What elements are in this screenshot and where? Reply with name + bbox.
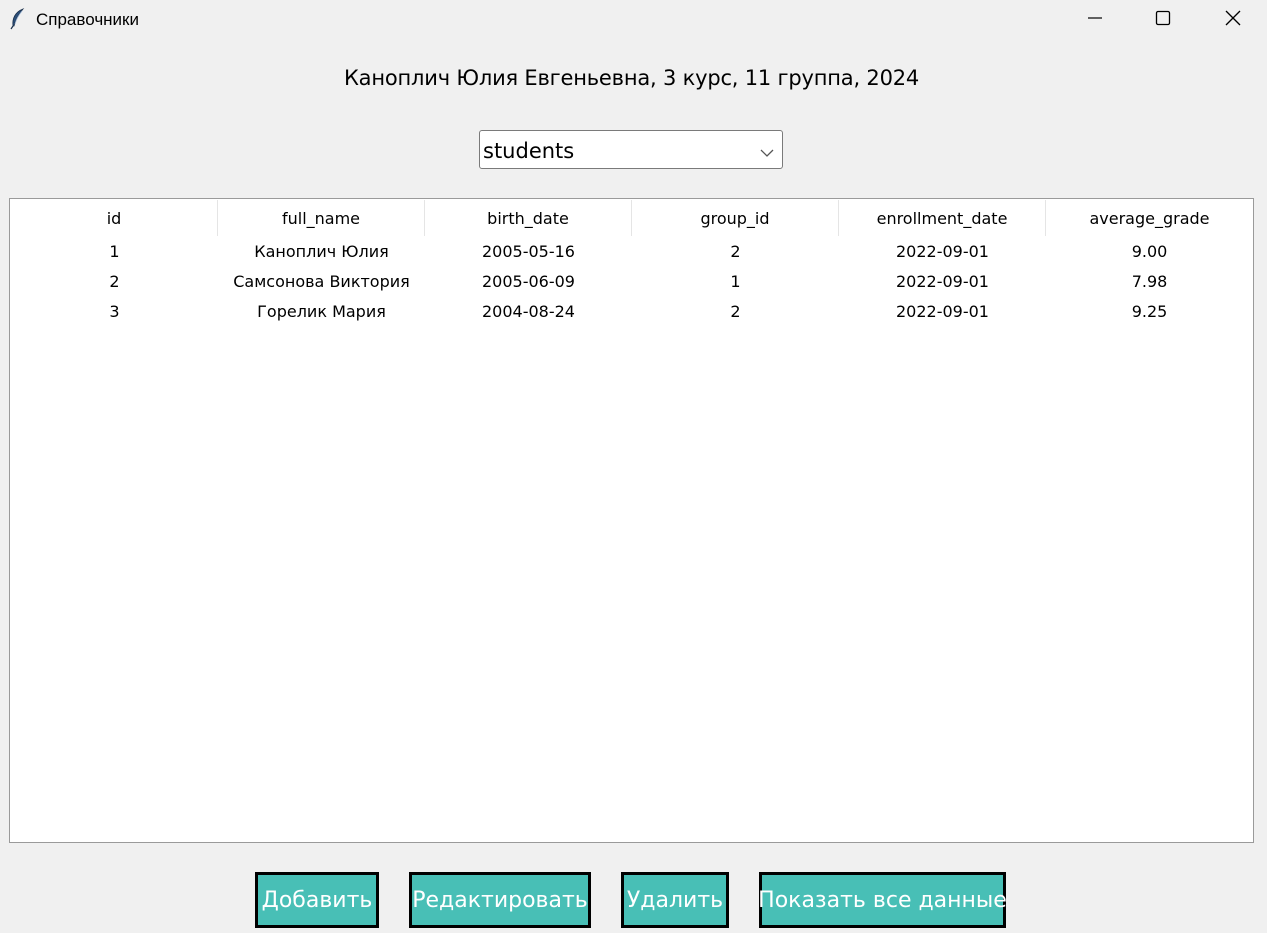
column-header-full-name[interactable]: full_name bbox=[218, 200, 425, 236]
window-title: Справочники bbox=[36, 10, 139, 29]
table-select-value: students bbox=[483, 139, 575, 163]
show-all-button[interactable]: Показать все данные bbox=[758, 872, 1007, 928]
column-header-group-id[interactable]: group_id bbox=[632, 200, 839, 236]
maximize-icon bbox=[1155, 10, 1171, 31]
column-header-enrollment-date[interactable]: enrollment_date bbox=[839, 200, 1046, 236]
table-cell: 1 bbox=[109, 241, 120, 261]
column-header-id[interactable]: id bbox=[11, 200, 218, 236]
table-cell: 2022-09-01 bbox=[896, 301, 989, 321]
table-cell: 2005-05-16 bbox=[482, 241, 575, 261]
table-cell: 2 bbox=[109, 271, 120, 291]
table-row[interactable]: 1 Каноплич Юлия 2005-05-16 2 2022-09-01 … bbox=[11, 236, 1253, 266]
table-cell: 9.00 bbox=[1131, 241, 1168, 261]
table-cell: 2005-06-09 bbox=[482, 271, 575, 291]
feather-icon bbox=[9, 8, 27, 30]
close-button[interactable] bbox=[1198, 0, 1267, 40]
table-cell: 2022-09-01 bbox=[896, 271, 989, 291]
column-header-average-grade[interactable]: average_grade bbox=[1046, 200, 1253, 236]
table-select[interactable]: students bbox=[479, 130, 783, 169]
author-header: Каноплич Юлия Евгеньевна, 3 курс, 11 гру… bbox=[343, 66, 920, 90]
table-cell: 2 bbox=[730, 241, 741, 261]
table-row[interactable]: 2 Самсонова Виктория 2005-06-09 1 2022-0… bbox=[11, 266, 1253, 296]
table-cell: 9.25 bbox=[1131, 301, 1168, 321]
edit-button[interactable]: Редактировать bbox=[409, 872, 591, 928]
table-cell: Самсонова Виктория bbox=[233, 271, 410, 291]
table-body: 1 Каноплич Юлия 2005-05-16 2 2022-09-01 … bbox=[11, 236, 1253, 326]
table-cell: 2 bbox=[730, 301, 741, 321]
table-row[interactable]: 3 Горелик Мария 2004-08-24 2 2022-09-01 … bbox=[11, 296, 1253, 326]
close-icon bbox=[1225, 10, 1241, 31]
table-header: id full_name birth_date group_id enrollm… bbox=[11, 200, 1253, 236]
maximize-button[interactable] bbox=[1128, 0, 1198, 40]
minimize-button[interactable] bbox=[1060, 0, 1130, 40]
column-header-birth-date[interactable]: birth_date bbox=[425, 200, 632, 236]
delete-button[interactable]: Удалить bbox=[621, 872, 729, 928]
table-cell: 3 bbox=[109, 301, 120, 321]
add-button[interactable]: Добавить bbox=[255, 872, 379, 928]
chevron-down-icon[interactable] bbox=[760, 145, 774, 157]
table-cell: 7.98 bbox=[1131, 271, 1168, 291]
table-cell: 1 bbox=[730, 271, 741, 291]
data-table[interactable]: id full_name birth_date group_id enrollm… bbox=[9, 198, 1254, 843]
table-cell: 2004-08-24 bbox=[482, 301, 575, 321]
table-cell: 2022-09-01 bbox=[896, 241, 989, 261]
title-bar: Справочники bbox=[0, 0, 1267, 40]
minimize-icon bbox=[1087, 10, 1103, 31]
table-cell: Горелик Мария bbox=[257, 301, 386, 321]
table-cell: Каноплич Юлия bbox=[254, 241, 389, 261]
app-window: Справочники Каноплич Юлия Евгеньевна, 3 … bbox=[0, 0, 1267, 933]
